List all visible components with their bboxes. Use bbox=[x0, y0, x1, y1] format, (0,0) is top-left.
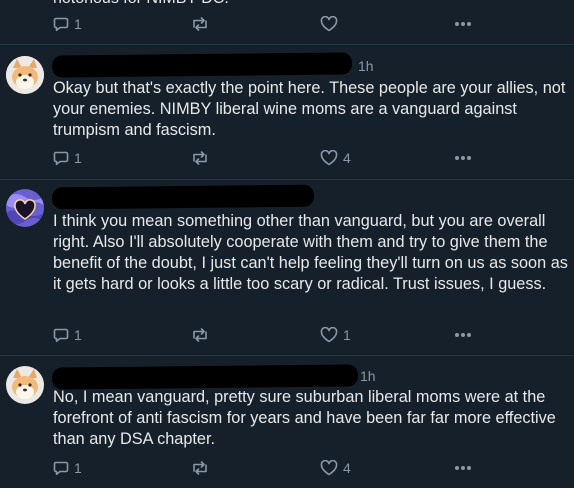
more-dots-icon bbox=[455, 22, 471, 26]
post-timestamp: 1h bbox=[360, 368, 376, 384]
post-timestamp: 1h bbox=[358, 58, 374, 74]
like-count: 1 bbox=[343, 327, 351, 343]
more-button[interactable] bbox=[454, 458, 472, 478]
reply-button[interactable]: 1 bbox=[53, 458, 82, 478]
corgi-avatar-icon bbox=[6, 56, 44, 94]
heart-icon bbox=[320, 327, 338, 343]
like-count: 4 bbox=[343, 150, 351, 166]
corgi-avatar-icon bbox=[6, 366, 44, 404]
more-button[interactable] bbox=[454, 148, 472, 168]
more-button[interactable] bbox=[454, 14, 472, 34]
like-button[interactable]: 4 bbox=[320, 458, 351, 478]
more-dots-icon bbox=[455, 156, 471, 160]
reply-count: 1 bbox=[74, 150, 82, 166]
heart-avatar-icon bbox=[6, 189, 44, 227]
repost-icon bbox=[193, 328, 207, 342]
like-button[interactable]: 1 bbox=[320, 325, 351, 345]
post: 1h Okay but that's exactly the point her… bbox=[0, 45, 574, 179]
post: I think you mean something other than va… bbox=[0, 180, 574, 355]
redacted-username bbox=[51, 364, 359, 390]
post-actions: 1 bbox=[0, 14, 574, 34]
post-text: Okay but that's exactly the point here. … bbox=[53, 79, 566, 139]
avatar[interactable] bbox=[6, 366, 44, 404]
reply-icon bbox=[53, 461, 69, 476]
like-count: 4 bbox=[343, 460, 351, 476]
heart-icon bbox=[320, 16, 338, 32]
repost-icon bbox=[193, 151, 207, 165]
repost-button[interactable] bbox=[190, 148, 210, 168]
repost-button[interactable] bbox=[190, 325, 210, 345]
like-button[interactable] bbox=[320, 14, 338, 34]
reply-button[interactable]: 1 bbox=[53, 14, 82, 34]
repost-button[interactable] bbox=[190, 14, 210, 34]
like-button[interactable]: 4 bbox=[320, 148, 351, 168]
heart-icon bbox=[320, 150, 338, 166]
reply-count: 1 bbox=[74, 327, 82, 343]
reply-button[interactable]: 1 bbox=[53, 148, 82, 168]
heart-icon bbox=[320, 460, 338, 476]
more-button[interactable] bbox=[454, 325, 472, 345]
post-text: I think you mean something other than va… bbox=[53, 212, 568, 293]
repost-icon bbox=[193, 17, 207, 31]
reply-icon bbox=[53, 151, 69, 166]
post-text-partial: notorious for NIMBY DC. bbox=[53, 0, 229, 8]
post: 1h No, I mean vanguard, pretty sure subu… bbox=[0, 356, 574, 488]
avatar[interactable] bbox=[6, 189, 44, 227]
more-dots-icon bbox=[455, 466, 471, 470]
post-actions: 1 4 bbox=[0, 148, 574, 168]
post-actions: 1 4 bbox=[0, 458, 574, 478]
repost-icon bbox=[193, 461, 207, 475]
avatar[interactable] bbox=[6, 56, 44, 94]
post-actions: 1 1 bbox=[0, 325, 574, 345]
reply-count: 1 bbox=[74, 16, 82, 32]
repost-button[interactable] bbox=[190, 458, 210, 478]
reply-count: 1 bbox=[74, 460, 82, 476]
reply-button[interactable]: 1 bbox=[53, 325, 82, 345]
redacted-username bbox=[51, 184, 315, 210]
post-text: No, I mean vanguard, pretty sure suburba… bbox=[53, 388, 556, 448]
more-dots-icon bbox=[455, 333, 471, 337]
redacted-username bbox=[51, 52, 353, 78]
reply-icon bbox=[53, 328, 69, 343]
post-partial-top: notorious for NIMBY DC. 1 bbox=[0, 0, 574, 40]
reply-icon bbox=[53, 17, 69, 32]
